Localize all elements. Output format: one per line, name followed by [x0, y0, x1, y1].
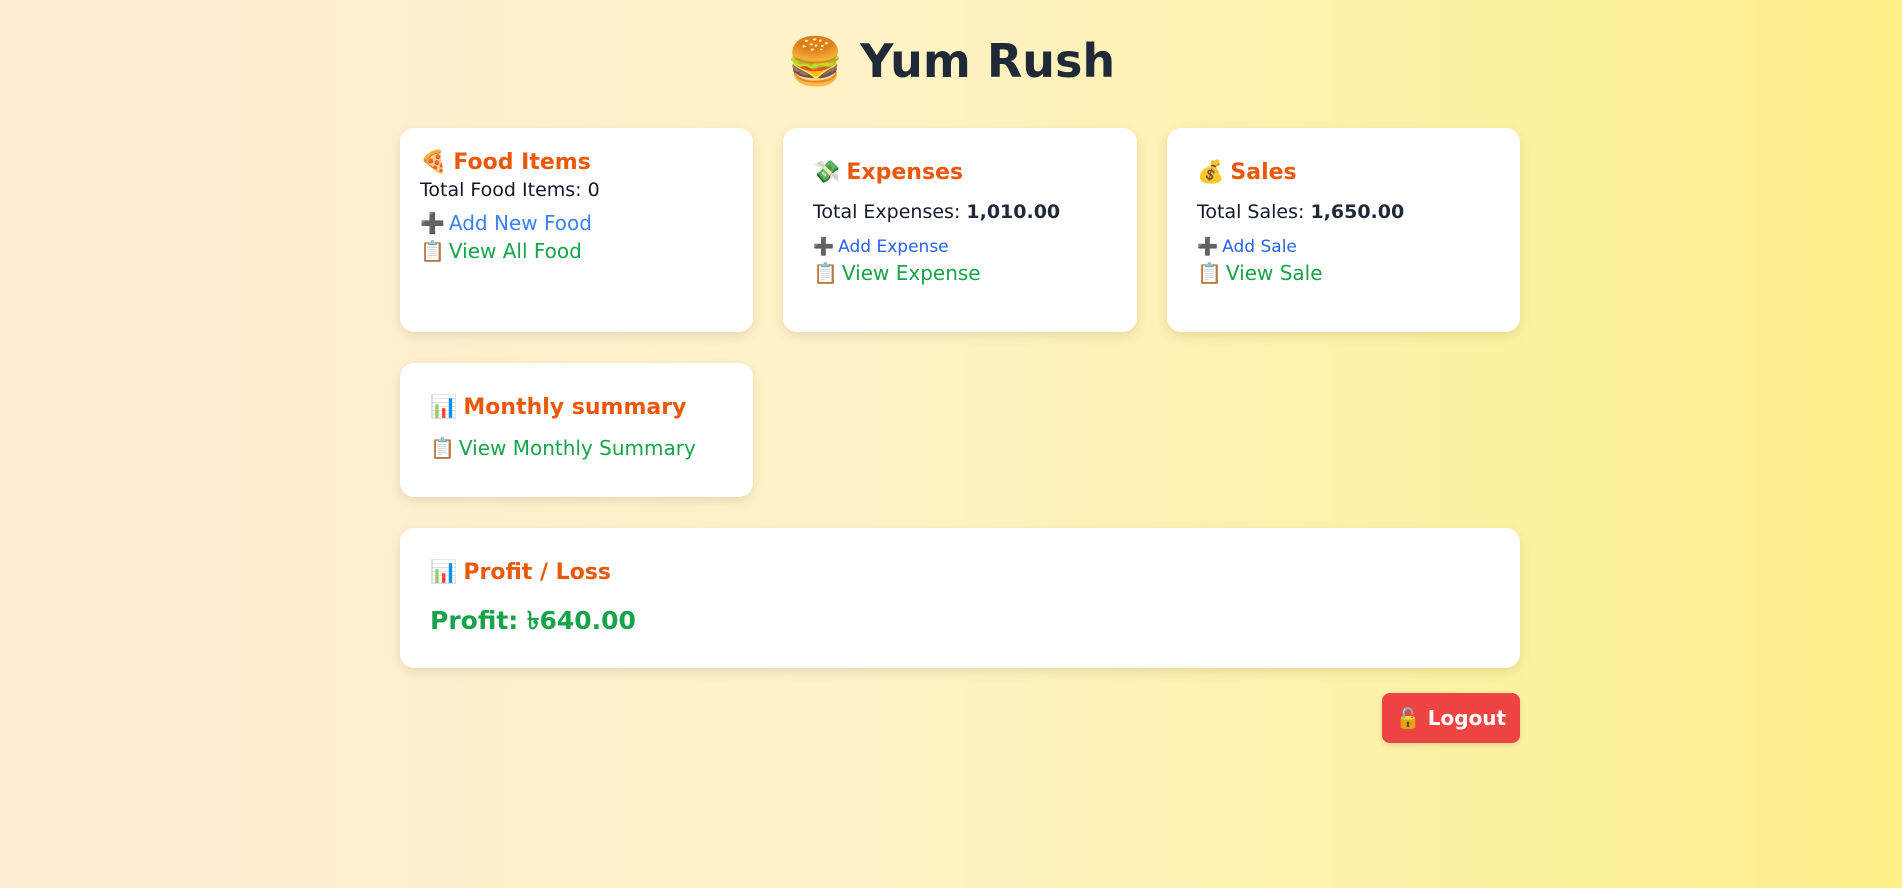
- bar-chart-icon: 📊: [430, 395, 458, 420]
- expenses-heading: 💸 Expenses: [813, 160, 1107, 185]
- total-sales: Total Sales: 1,650.00: [1197, 201, 1405, 223]
- money-bag-icon: 💰: [1197, 160, 1225, 185]
- total-expenses: Total Expenses: 1,010.00: [813, 201, 1061, 223]
- food-items-title: Food Items: [453, 150, 591, 175]
- profit-loss-heading: 📊 Profit / Loss: [430, 560, 1490, 585]
- total-food-items-value: 0: [587, 179, 600, 201]
- plus-icon: ➕: [1197, 237, 1219, 257]
- plus-icon: ➕: [813, 237, 835, 257]
- clipboard-icon: 📋: [813, 261, 838, 285]
- monthly-summary-heading: 📊 Monthly summary: [430, 395, 723, 420]
- unlock-icon: 🔓: [1395, 706, 1421, 730]
- plus-icon: ➕: [420, 211, 445, 235]
- view-all-food-link[interactable]: 📋 View All Food: [420, 239, 582, 263]
- view-expense-link[interactable]: 📋 View Expense: [813, 261, 981, 285]
- clipboard-icon: 📋: [1197, 261, 1222, 285]
- add-sale-link[interactable]: ➕ Add Sale: [1197, 237, 1297, 257]
- profit-loss-card: 📊 Profit / Loss Profit: ৳640.00: [400, 528, 1520, 668]
- add-expense-link[interactable]: ➕ Add Expense: [813, 237, 949, 257]
- page-title: 🍔 Yum Rush: [0, 34, 1902, 89]
- total-food-items: Total Food Items: 0: [420, 179, 600, 201]
- sales-title: Sales: [1230, 160, 1297, 185]
- monthly-summary-card: 📊 Monthly summary 📋 View Monthly Summary: [400, 363, 753, 497]
- profit-loss-title: Profit / Loss: [463, 560, 611, 585]
- total-expenses-value: 1,010.00: [966, 201, 1061, 223]
- total-sales-value: 1,650.00: [1310, 201, 1405, 223]
- pizza-icon: 🍕: [420, 150, 448, 175]
- food-items-card: 🍕 Food Items Total Food Items: 0 ➕ Add New…: [400, 128, 753, 332]
- clipboard-icon: 📋: [430, 436, 455, 460]
- expenses-card: 💸 Expenses Total Expenses: 1,010.00 ➕ Add …: [783, 128, 1137, 332]
- money-wings-icon: 💸: [813, 160, 841, 185]
- clipboard-icon: 📋: [420, 239, 445, 263]
- sales-card: 💰 Sales Total Sales: 1,650.00 ➕ Add Sale 📋…: [1167, 128, 1520, 332]
- monthly-summary-title: Monthly summary: [463, 395, 687, 420]
- view-monthly-summary-link[interactable]: 📋 View Monthly Summary: [430, 436, 696, 460]
- logout-button[interactable]: 🔓 Logout: [1382, 693, 1520, 743]
- logout-label: Logout: [1427, 706, 1507, 730]
- food-items-heading: 🍕 Food Items: [420, 150, 733, 175]
- profit-value: Profit: ৳640.00: [430, 606, 636, 635]
- burger-icon: 🍔: [786, 34, 845, 88]
- view-sale-link[interactable]: 📋 View Sale: [1197, 261, 1323, 285]
- app-title: Yum Rush: [860, 34, 1116, 88]
- sales-heading: 💰 Sales: [1197, 160, 1490, 185]
- expenses-title: Expenses: [846, 160, 964, 185]
- add-new-food-link[interactable]: ➕ Add New Food: [420, 211, 592, 235]
- bar-chart-icon: 📊: [430, 560, 458, 585]
